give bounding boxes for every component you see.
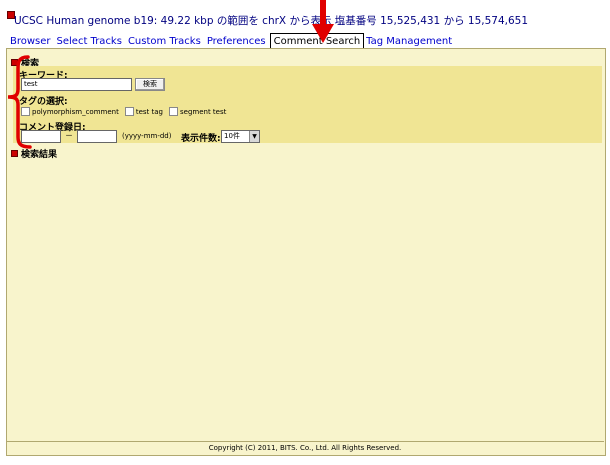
tag-checkbox-row: polymorphism_comment test tag segment te…	[21, 107, 226, 116]
annotation-bracket-icon	[7, 55, 32, 149]
footer: Copyright (C) 2011, BITS. Co., Ltd. All …	[6, 441, 604, 455]
tab-tag-management[interactable]: Tag Management	[364, 35, 456, 49]
date-format-hint: (yyyy-mm-dd)	[122, 132, 172, 140]
search-button[interactable]: 検索	[135, 78, 165, 91]
search-form: キーワード: test 検索 タグの選択: polymorphism_comme…	[13, 66, 602, 144]
annotation-arrow-icon	[312, 0, 334, 43]
main-panel: 検索 キーワード: test 検索 タグの選択: polymorphism_co…	[6, 48, 606, 456]
chevron-down-icon[interactable]: ▼	[249, 131, 259, 142]
tag-label-polymorphism: polymorphism_comment	[32, 107, 119, 116]
date-to-input[interactable]	[77, 130, 117, 143]
tab-custom-tracks[interactable]: Custom Tracks	[126, 35, 205, 49]
count-select[interactable]: 10件 ▼	[221, 130, 260, 143]
count-label: 表示件数:	[181, 134, 221, 144]
tag-label-segment-test: segment test	[180, 107, 227, 116]
count-select-value: 10件	[224, 132, 240, 140]
tab-browser[interactable]: Browser	[8, 35, 55, 49]
tag-checkbox-segment-test[interactable]	[169, 107, 178, 116]
tab-select-tracks[interactable]: Select Tracks	[55, 35, 126, 49]
tag-checkbox-test-tag[interactable]	[124, 107, 134, 116]
collapse-icon[interactable]	[11, 150, 18, 157]
date-separator: －	[65, 131, 73, 140]
tab-bar: Browser Select Tracks Custom Tracks Pref…	[8, 33, 456, 49]
tab-preferences[interactable]: Preferences	[205, 35, 270, 49]
tag-label-test-tag: test tag	[135, 107, 163, 116]
